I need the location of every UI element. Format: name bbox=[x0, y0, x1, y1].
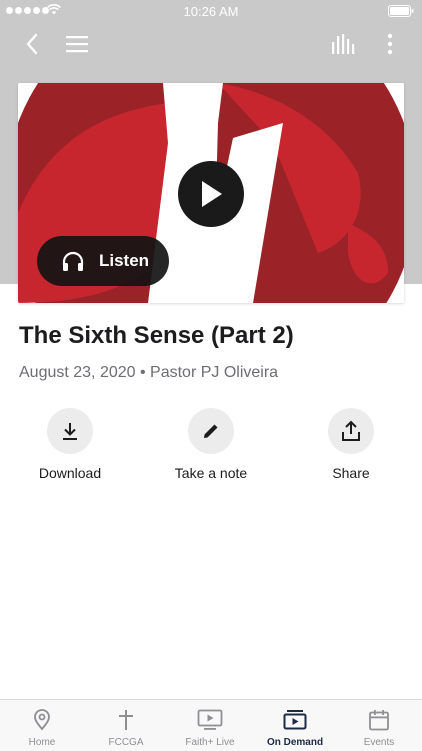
battery-icon bbox=[388, 5, 414, 17]
status-time: 10:26 AM bbox=[183, 4, 239, 19]
download-button[interactable]: Download bbox=[10, 408, 130, 481]
download-label: Download bbox=[38, 465, 102, 481]
sermon-meta: August 23, 2020 • Pastor PJ Oliveira bbox=[19, 364, 279, 381]
pencil-icon bbox=[204, 424, 218, 438]
more-options-button[interactable] bbox=[374, 28, 406, 60]
tab-events[interactable]: Events bbox=[337, 700, 421, 751]
calendar-icon bbox=[337, 709, 421, 731]
listen-button[interactable]: Listen bbox=[37, 236, 169, 286]
take-note-label: Take a note bbox=[174, 465, 248, 481]
status-bar: 10:26 AM bbox=[0, 0, 422, 22]
equalizer-bars-icon bbox=[332, 34, 355, 54]
video-library-icon bbox=[253, 709, 337, 731]
tab-events-label: Events bbox=[363, 737, 395, 748]
cross-icon bbox=[84, 709, 168, 731]
sermon-title: The Sixth Sense (Part 2) bbox=[19, 322, 294, 349]
listen-label: Listen bbox=[99, 251, 150, 270]
more-vertical-icon bbox=[387, 33, 393, 55]
tab-bar: Home FCCGA Faith+ Live On Demand Events bbox=[0, 699, 422, 751]
back-button[interactable] bbox=[16, 28, 48, 60]
share-circle[interactable] bbox=[328, 408, 374, 454]
sermon-artwork[interactable]: Listen bbox=[18, 83, 404, 303]
menu-button[interactable] bbox=[61, 28, 93, 60]
tab-home-label: Home bbox=[28, 737, 56, 748]
play-icon bbox=[202, 181, 222, 207]
download-icon bbox=[63, 423, 77, 440]
tv-play-icon bbox=[168, 709, 252, 731]
tab-fccga-label: FCCGA bbox=[108, 737, 144, 748]
take-note-button[interactable]: Take a note bbox=[151, 408, 271, 481]
tab-on-demand[interactable]: On Demand bbox=[253, 700, 337, 751]
take-note-circle[interactable] bbox=[188, 408, 234, 454]
tab-fccga[interactable]: FCCGA bbox=[84, 700, 168, 751]
hamburger-menu-icon bbox=[66, 36, 88, 53]
tab-on-demand-label: On Demand bbox=[266, 737, 324, 748]
audio-stats-button[interactable] bbox=[328, 28, 360, 60]
tab-faith-live[interactable]: Faith+ Live bbox=[168, 700, 252, 751]
tab-home[interactable]: Home bbox=[0, 700, 84, 751]
share-icon bbox=[342, 420, 360, 441]
share-button[interactable]: Share bbox=[291, 408, 411, 481]
tab-faith-live-label: Faith+ Live bbox=[185, 737, 235, 748]
location-pin-icon bbox=[0, 709, 84, 731]
share-label: Share bbox=[332, 465, 370, 481]
play-button[interactable] bbox=[178, 161, 244, 227]
download-circle[interactable] bbox=[47, 408, 93, 454]
headphones-icon bbox=[61, 250, 85, 272]
chevron-left-icon bbox=[26, 33, 38, 55]
